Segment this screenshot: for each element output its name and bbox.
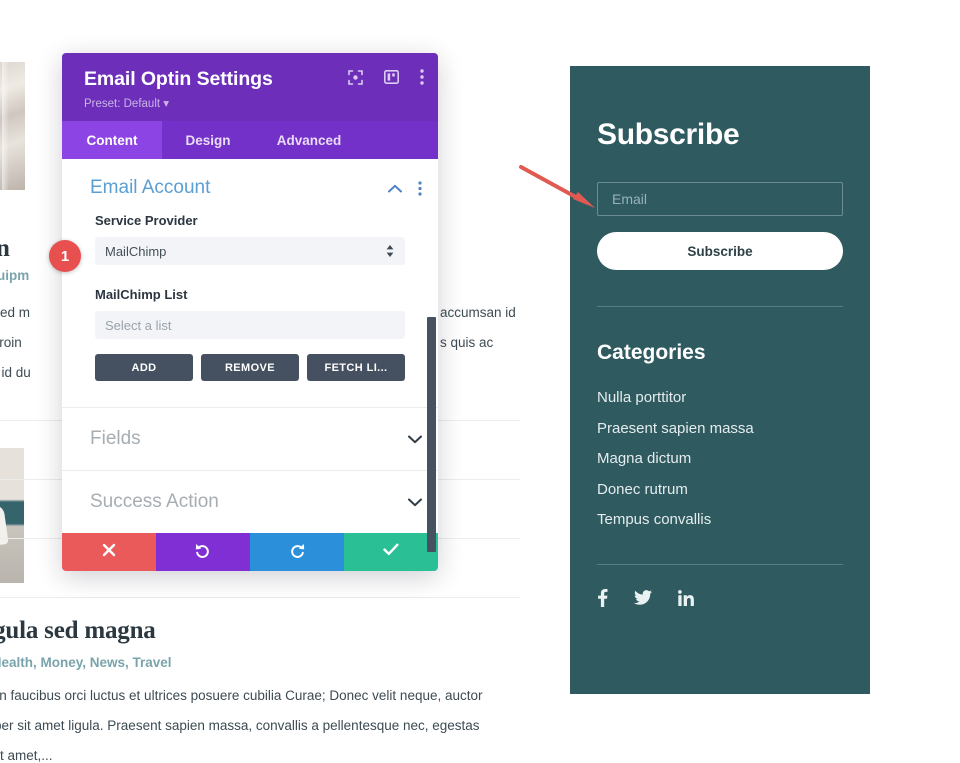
modal-header: Email Optin Settings Preset: Default ▾ [62, 53, 438, 121]
post-excerpt-line: s quis ac [440, 335, 494, 350]
post-excerpt-line: accumsan id [440, 305, 516, 320]
post-excerpt: rimis in faucibus orci luctus et ultrice… [0, 681, 524, 763]
check-icon [383, 543, 399, 561]
sidebar-heading-subscribe: Subscribe [597, 118, 740, 151]
focus-target-icon[interactable] [348, 69, 363, 85]
undo-icon [195, 542, 211, 563]
section-fields: Fields [62, 407, 438, 470]
modal-footer-actions [62, 533, 438, 571]
section-header-email-account[interactable]: Email Account [62, 159, 438, 213]
modal-body: Email Account Service Provider MailChimp [62, 159, 438, 552]
list-item[interactable]: Donec rutrum [597, 475, 843, 506]
subscribe-button[interactable]: Subscribe [597, 232, 843, 270]
chevron-down-icon[interactable] [408, 435, 422, 444]
section-header-fields[interactable]: Fields [62, 408, 438, 470]
section-title: Email Account [90, 177, 211, 198]
post-categories[interactable]: g, Equipm [0, 268, 29, 283]
redo-button[interactable] [250, 533, 344, 571]
sort-arrows-icon [386, 245, 394, 257]
list-action-buttons: ADD REMOVE FETCH LI... [95, 354, 405, 403]
more-vertical-icon[interactable] [418, 180, 422, 196]
add-button[interactable]: ADD [95, 354, 193, 381]
save-button[interactable] [344, 533, 438, 571]
modal-scrollbar[interactable] [427, 317, 436, 552]
more-vertical-icon[interactable] [420, 69, 424, 85]
layout-panel-icon[interactable] [384, 70, 399, 84]
post-thumbnail-image [0, 448, 24, 583]
subscribe-sidebar: Subscribe Subscribe Categories Nulla por… [570, 66, 870, 694]
preset-selector[interactable]: Preset: Default ▾ [84, 96, 420, 110]
service-provider-select[interactable]: MailChimp [95, 237, 405, 265]
sidebar-divider [597, 563, 843, 565]
undo-button[interactable] [156, 533, 250, 571]
field-label: MailChimp List [95, 287, 188, 302]
email-optin-settings-modal: Email Optin Settings Preset: Default ▾ C… [62, 53, 438, 571]
field-mailchimp-list: MailChimp List Select a list ADD REMOVE … [62, 287, 438, 407]
section-title: Success Action [90, 491, 219, 512]
divider [0, 597, 520, 598]
post-excerpt-right: accumsan id s quis ac [440, 298, 516, 358]
modal-header-actions [348, 69, 424, 85]
step-badge-1: 1 [49, 240, 81, 272]
tab-design[interactable]: Design [162, 121, 254, 159]
chevron-down-icon: ▾ [163, 98, 170, 110]
section-title: Fields [90, 428, 141, 449]
remove-button[interactable]: REMOVE [201, 354, 299, 381]
post-excerpt-line: rimis in faucibus orci luctus et ultrice… [0, 688, 483, 703]
section-header-success-action[interactable]: Success Action [62, 471, 438, 533]
tab-content[interactable]: Content [62, 121, 162, 159]
close-icon [102, 543, 116, 562]
list-item[interactable]: Tempus convallis [597, 505, 843, 536]
redo-icon [289, 542, 305, 563]
twitter-icon[interactable] [634, 590, 652, 605]
facebook-icon[interactable] [597, 588, 608, 607]
post-excerpt-line: mcorper sit amet ligula. Praesent sapien… [0, 718, 480, 733]
post-thumbnail-image [0, 62, 25, 190]
section-success-action: Success Action [62, 470, 438, 533]
list-item[interactable]: Nulla porttitor [597, 383, 843, 414]
mailchimp-list-select[interactable]: Select a list [95, 311, 405, 339]
post-categories[interactable]: ent, Health, Money, News, Travel [0, 655, 172, 670]
select-value: MailChimp [105, 243, 167, 259]
chevron-up-icon[interactable] [388, 184, 402, 193]
sidebar-divider [597, 306, 843, 307]
select-placeholder: Select a list [105, 317, 172, 333]
modal-tabs: Content Design Advanced [62, 121, 438, 159]
categories-list: Nulla porttitor Praesent sapien massa Ma… [597, 383, 843, 536]
field-label: Service Provider [95, 213, 198, 228]
cancel-button[interactable] [62, 533, 156, 571]
preset-label: Preset: Default [84, 98, 161, 110]
social-links [597, 588, 843, 607]
linkedin-icon[interactable] [678, 589, 694, 606]
field-service-provider: Service Provider MailChimp [62, 213, 438, 269]
email-input[interactable] [597, 182, 843, 216]
chevron-down-icon[interactable] [408, 498, 422, 507]
sidebar-heading-categories: Categories [597, 341, 706, 364]
list-item[interactable]: Praesent sapien massa [597, 414, 843, 445]
tab-advanced[interactable]: Advanced [254, 121, 364, 159]
post-excerpt-line: olor sit amet,... [0, 748, 53, 763]
list-item[interactable]: Magna dictum [597, 444, 843, 475]
post-title[interactable]: s ligula sed magna [0, 617, 394, 645]
fetch-lists-button[interactable]: FETCH LI... [307, 354, 405, 381]
